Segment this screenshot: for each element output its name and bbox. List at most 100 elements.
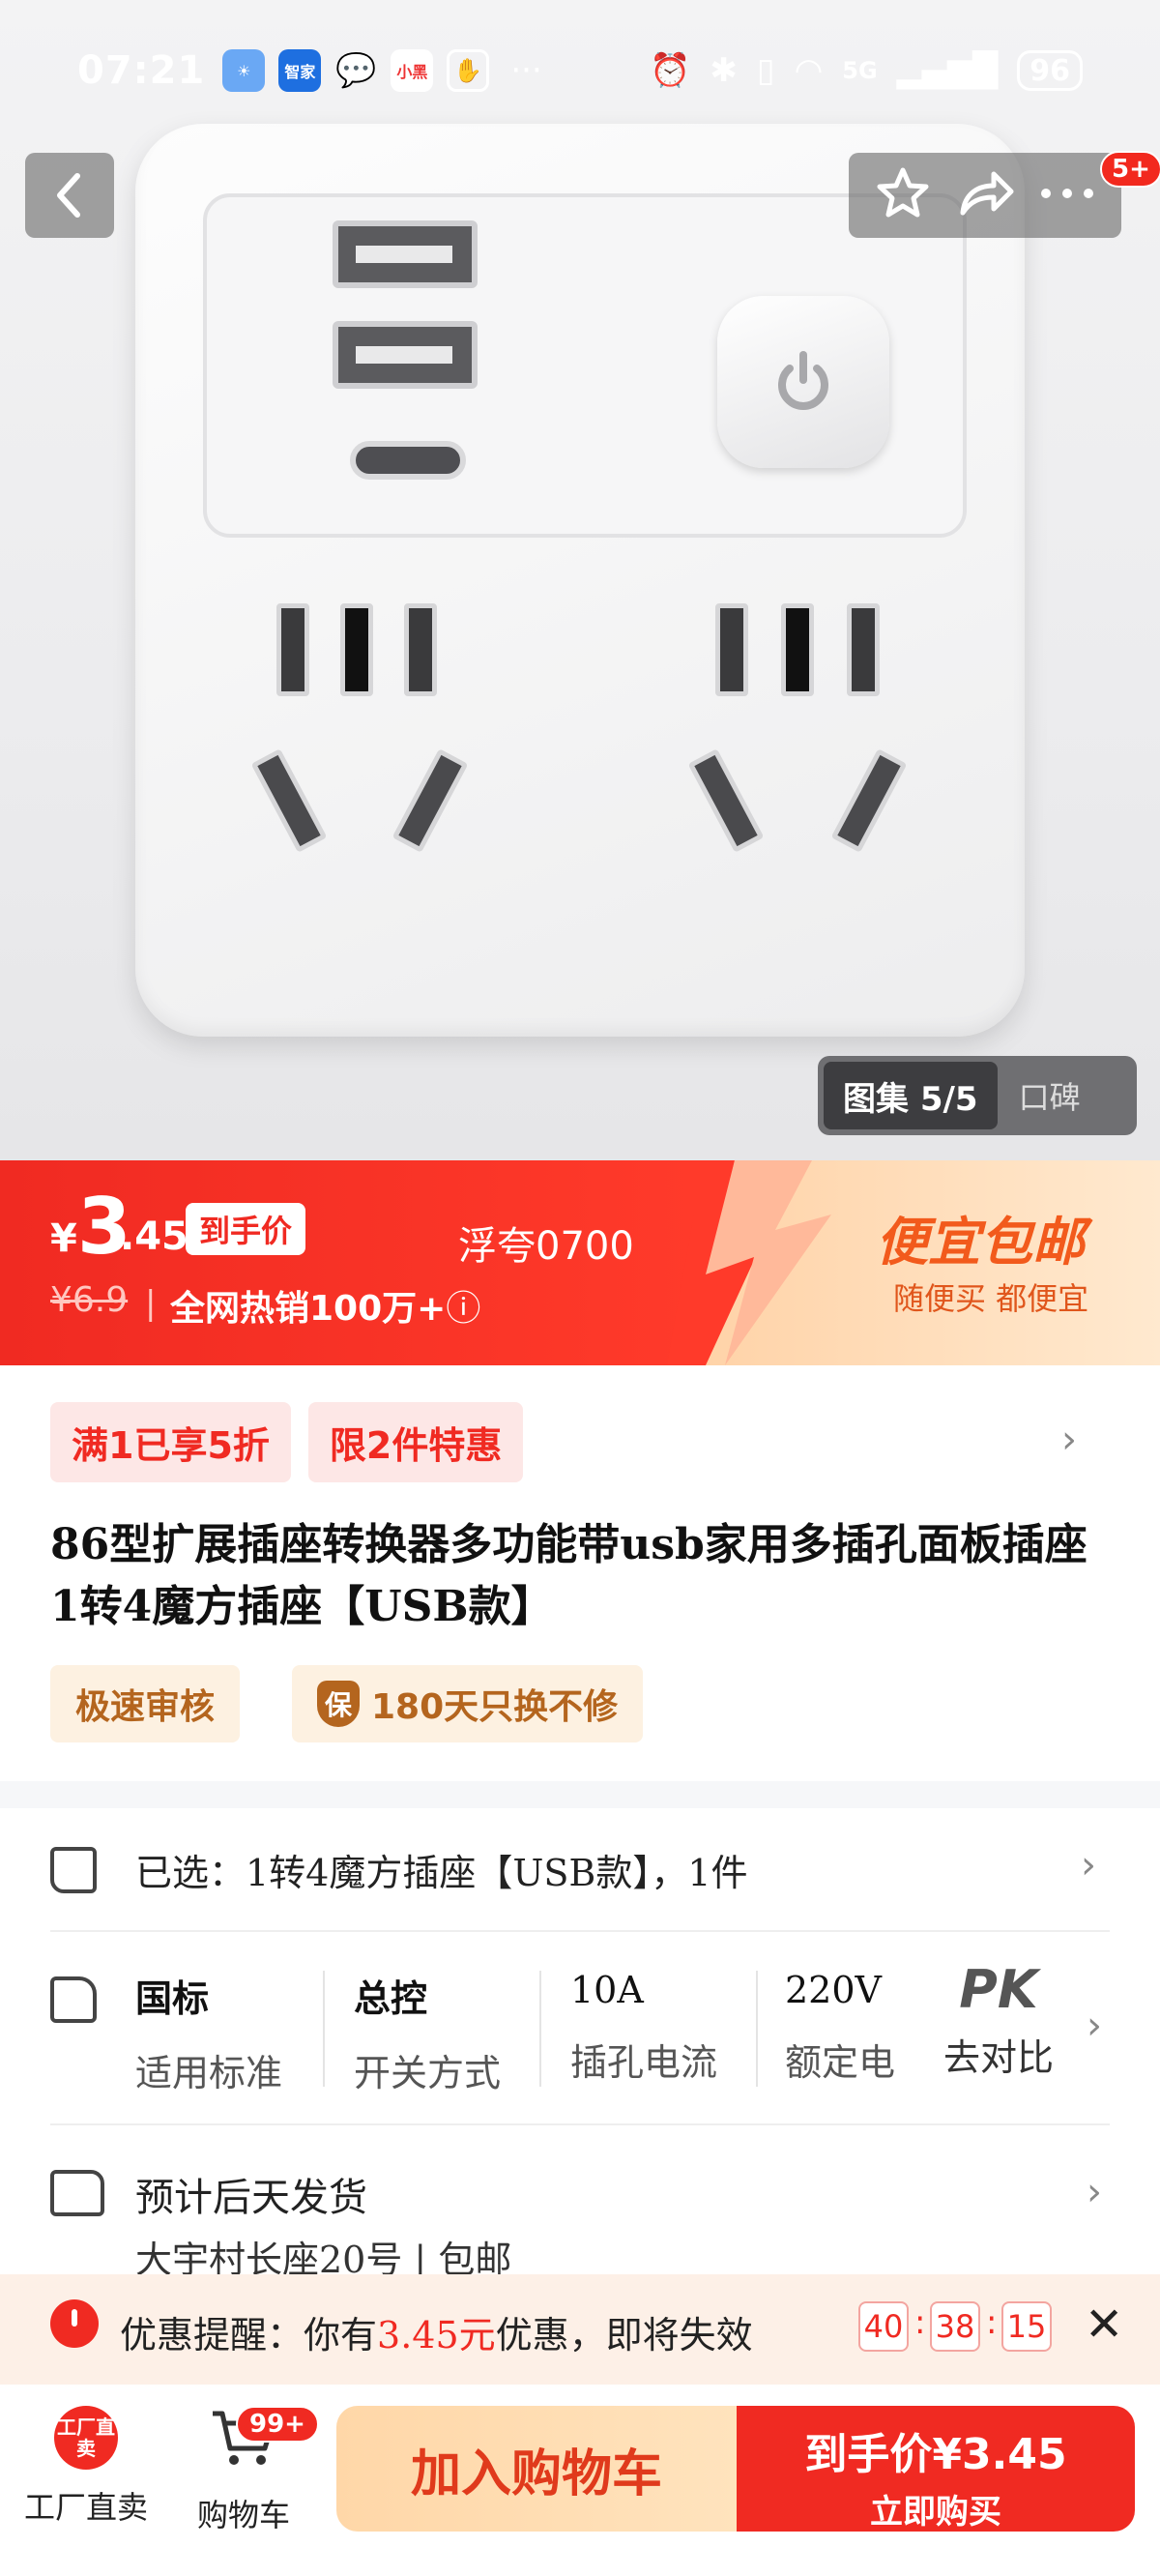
info-icon: ⓘ: [446, 1289, 481, 1329]
spec-value: 10A: [570, 1969, 644, 2011]
chevron-right-icon[interactable]: ›: [1061, 1418, 1077, 1462]
more-notifications-icon: ···: [510, 51, 542, 90]
spec-label: 额定电: [785, 2041, 896, 2084]
share-icon: [960, 171, 1014, 216]
free-shipping-subtitle: 随便买 都便宜: [893, 1280, 1089, 1317]
bottom-action-bar: 工厂直卖 工厂直卖 购物车 99+ 加入购物车 到手价¥3.45 立即购买: [0, 2385, 1160, 2576]
chevron-left-icon: [57, 173, 80, 218]
battery-indicator: 96: [1017, 50, 1083, 91]
bluetooth-icon: ✱: [710, 51, 738, 90]
compare-pk: PK: [959, 1959, 1038, 2020]
share-button[interactable]: [955, 164, 1015, 226]
currency-symbol: ¥: [50, 1216, 77, 1261]
cart-count-badge: 99+: [236, 2406, 319, 2443]
product-photo-usb-port: [333, 220, 478, 288]
sales-count[interactable]: 全网热销100万+ⓘ: [170, 1280, 480, 1331]
shipping-eta: 预计后天发货: [135, 2176, 367, 2220]
product-photo-slot: [340, 603, 373, 696]
weather-icon: ☀: [222, 49, 266, 92]
hand-icon: ✋: [447, 49, 490, 92]
back-button[interactable]: [25, 153, 114, 238]
favorite-button[interactable]: [874, 164, 932, 226]
gallery-switch[interactable]: 图集 5/5 口碑: [818, 1056, 1137, 1135]
product-photo-slot: [276, 603, 309, 696]
buy-now-label: 立即购买: [870, 2493, 1001, 2532]
notification-badge: 5+: [1100, 151, 1160, 188]
product-photo-slot: [715, 603, 748, 696]
product-title: 86型扩展插座转换器多功能带usb家用多插孔面板插座 1转4魔方插座【USB款】: [50, 1520, 1088, 1631]
header-actions: [849, 153, 1121, 238]
section-divider: [0, 1781, 1160, 1808]
divider: [50, 2123, 1110, 2125]
spec-item: 总控 开关方式: [354, 1969, 566, 2096]
factory-icon: 工厂直卖: [54, 2406, 118, 2470]
final-price-tag: 到手价: [186, 1203, 306, 1255]
smart-home-icon: 智家: [278, 49, 322, 92]
free-shipping-title: 便宜包邮: [876, 1212, 1085, 1273]
sales-count-text: 全网热销100万+: [170, 1289, 447, 1329]
gallery-counter[interactable]: 图集 5/5: [824, 1062, 998, 1129]
warranty-tag[interactable]: 保 180天只换不修: [292, 1665, 644, 1742]
price-banner: ¥ 3 .45 到手价 浮夸0700 ¥6.9 | 全网热销100万+ⓘ 便宜包…: [0, 1160, 1160, 1365]
coupon-amount: 3.45元: [377, 2314, 496, 2356]
vibrate-icon: ▯: [756, 51, 775, 90]
price-decimal: .45: [120, 1215, 188, 1259]
document-icon: [50, 1976, 97, 2023]
more-icon: [1041, 189, 1093, 198]
product-photo-slot: [781, 603, 814, 696]
spec-value: 220V: [785, 1969, 882, 2011]
buy-now-button[interactable]: 到手价¥3.45 立即购买: [737, 2406, 1135, 2532]
compare-label: 去对比: [942, 2036, 1054, 2079]
spec-label: 适用标准: [135, 2052, 283, 2094]
promo-code: 浮夸0700: [458, 1224, 634, 1269]
shield-icon: 保: [317, 1681, 360, 1727]
buy-now-price: 到手价¥3.45: [804, 2430, 1067, 2479]
add-to-cart-button[interactable]: 加入购物车: [336, 2406, 737, 2532]
more-button[interactable]: [1038, 184, 1096, 207]
chevron-right-icon: ›: [1081, 1843, 1096, 1888]
chevron-right-icon: ›: [1087, 2004, 1102, 2048]
product-photo-slot: [847, 603, 880, 696]
promo-tag[interactable]: 限2件特惠: [307, 1402, 524, 1482]
product-photo-typec-port: [350, 441, 466, 480]
alarm-icon: ⏰: [650, 51, 691, 90]
promo-tag[interactable]: 满1已享5折: [50, 1402, 291, 1482]
countdown-separator: :: [914, 2303, 926, 2342]
original-price: ¥6.9: [50, 1280, 129, 1320]
status-right: ⏰ ✱ ▯ ◠ 5G ▂▄▆█ 96: [650, 50, 1083, 91]
selection-icon: [50, 1847, 97, 1893]
truck-icon: [50, 2170, 104, 2216]
countdown-seconds: 15: [1001, 2301, 1052, 2352]
star-icon: [877, 167, 929, 218]
xiaohongshu-icon: 小黑: [391, 49, 434, 92]
warranty-text: 180天只换不修: [371, 1687, 619, 1727]
countdown-minutes: 38: [930, 2301, 980, 2352]
product-photo-power-button: [717, 296, 889, 468]
close-icon[interactable]: ✕: [1085, 2298, 1123, 2352]
spec-label: 插孔电流: [570, 2041, 718, 2084]
cart-label: 购物车: [196, 2497, 290, 2533]
countdown-separator: :: [986, 2303, 998, 2342]
promo-tags[interactable]: 满1已享5折 限2件特惠: [50, 1402, 524, 1482]
status-bar: 07:21 ☀ 智家 💬 小黑 ✋ ··· ⏰ ✱ ▯ ◠ 5G ▂▄▆█ 96: [0, 0, 1160, 141]
divider: [756, 1971, 758, 2087]
price-separator: |: [145, 1284, 157, 1323]
spec-item: 220V 额定电: [785, 1969, 901, 2086]
coupon-reminder-bar[interactable]: 优惠提醒：你有3.45元优惠，即将失效 40 : 38 : 15 ✕: [0, 2274, 1160, 2385]
lightning-icon: [667, 1160, 831, 1365]
factory-direct-button[interactable]: 工厂直卖 工厂直卖: [23, 2406, 149, 2528]
factory-label: 工厂直卖: [23, 2489, 148, 2526]
compare-button[interactable]: PK 去对比: [926, 1959, 1071, 2081]
coupon-reminder-text: 优惠提醒：你有3.45元优惠，即将失效: [120, 2305, 753, 2358]
reviews-tab[interactable]: 口碑: [998, 1073, 1081, 1118]
divider: [50, 1930, 1110, 1932]
divider: [539, 1971, 541, 2087]
spec-value: 总控: [354, 1976, 428, 2020]
divider: [323, 1971, 325, 2087]
fast-review-tag: 极速审核: [50, 1665, 241, 1742]
selection-text: 已选：1转4魔方插座【USB款】，1件: [135, 1852, 748, 1894]
product-photo-slot: [404, 603, 437, 696]
wechat-icon: 💬: [335, 51, 377, 90]
product-detail-page: 图集 5/5 口碑 07:21 ☀ 智家 💬 小黑 ✋ ··· ⏰ ✱ ▯ ◠ …: [0, 0, 1160, 2576]
coupon-suffix: 优惠，即将失效: [495, 2314, 753, 2356]
